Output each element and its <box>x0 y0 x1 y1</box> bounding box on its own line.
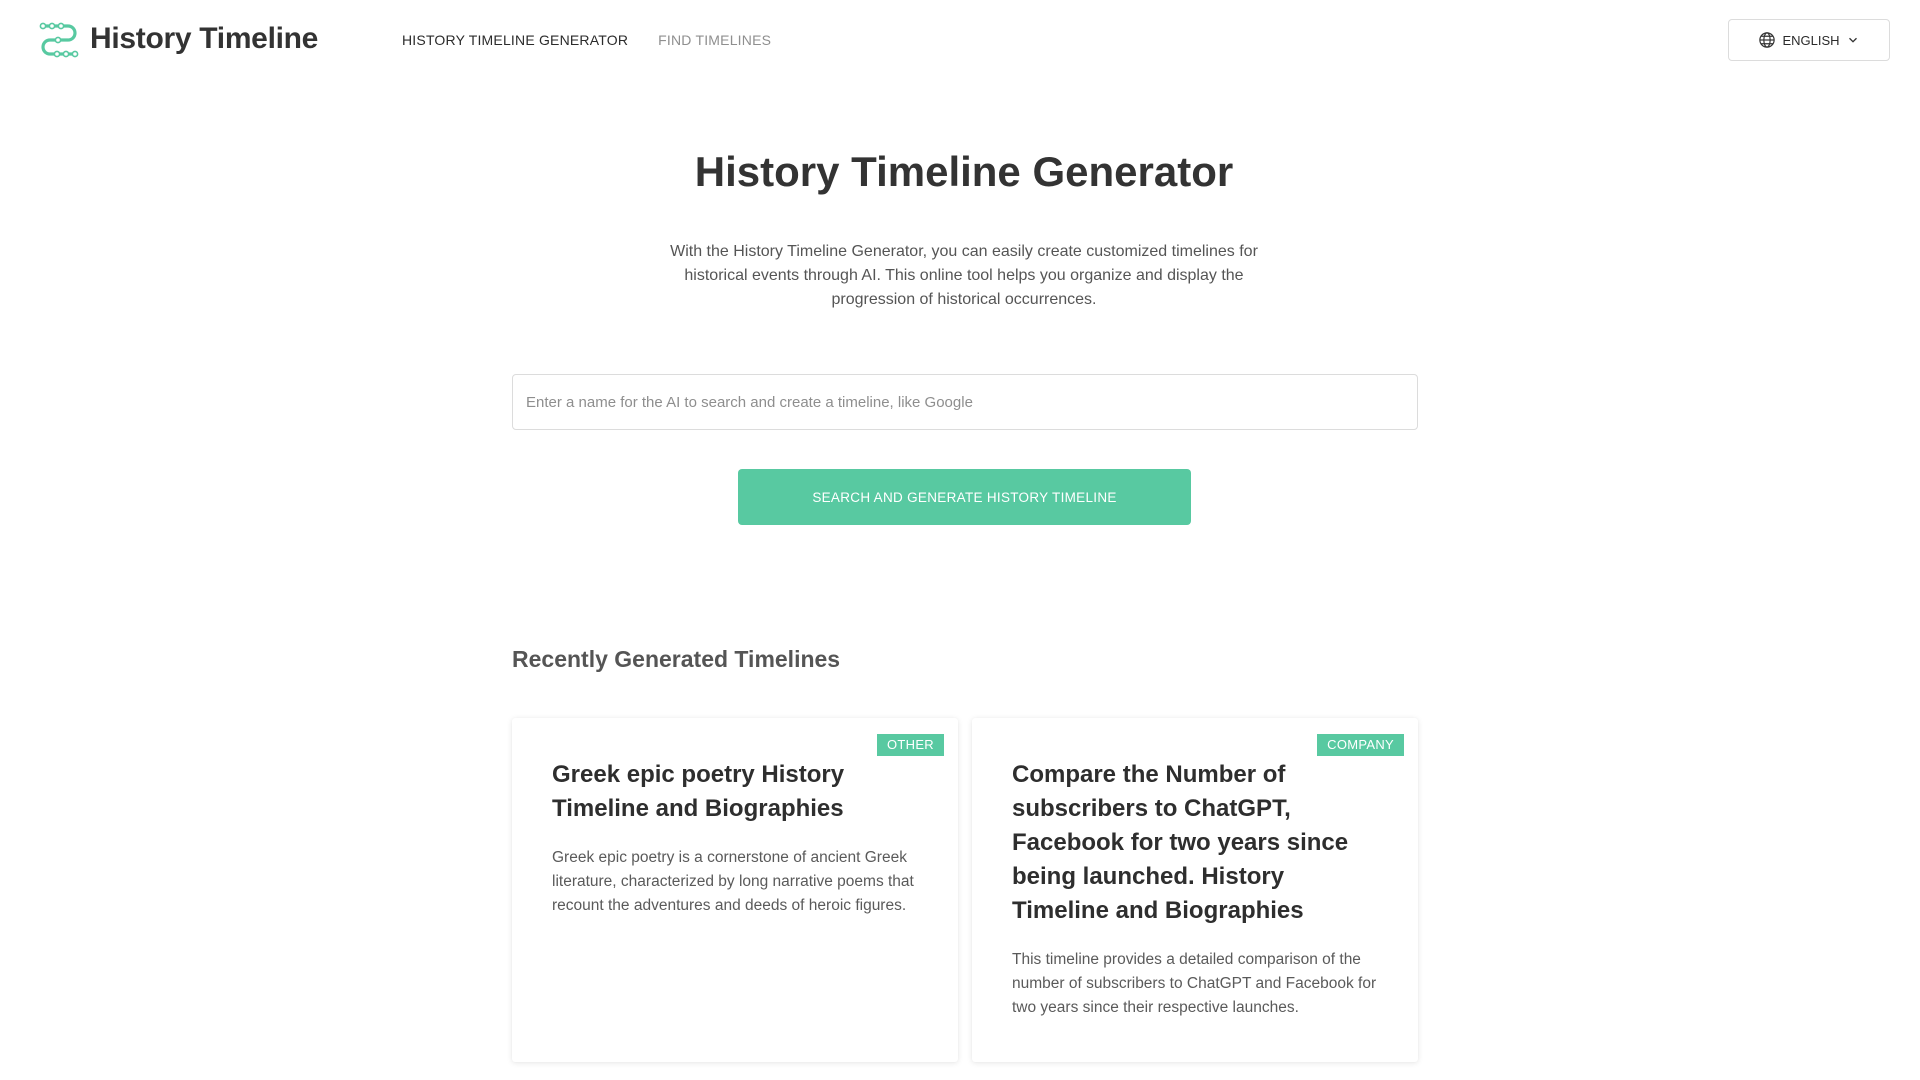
recent-timelines-heading: Recently Generated Timelines <box>512 646 841 672</box>
language-selector[interactable]: ENGLISH <box>1728 19 1890 61</box>
page: History Timeline HISTORY TIMELINE GENERA… <box>0 0 1920 1080</box>
language-label: ENGLISH <box>1782 32 1840 48</box>
site-logo[interactable]: History Timeline <box>38 20 318 58</box>
card-title[interactable]: Compare the Number of subscribers to Cha… <box>1012 758 1372 928</box>
timeline-card[interactable]: OTHER Greek epic poetry History Timeline… <box>512 718 958 1062</box>
logo-text: History Timeline <box>90 22 319 55</box>
timeline-search-input[interactable] <box>512 374 1418 430</box>
globe-icon <box>1759 32 1776 48</box>
card-description: This timeline provides a detailed compar… <box>1012 951 1377 1016</box>
page-title: History Timeline Generator <box>694 148 1234 195</box>
category-badge: COMPANY <box>1317 734 1404 756</box>
card-title[interactable]: Greek epic poetry History Timeline and B… <box>552 758 912 826</box>
search-generate-button[interactable]: SEARCH AND GENERATE HISTORY TIMELINE <box>738 469 1191 525</box>
category-badge: OTHER <box>877 734 944 756</box>
timeline-logo-icon <box>39 22 79 58</box>
card-description: Greek epic poetry is a cornerstone of an… <box>552 849 914 914</box>
timeline-card[interactable]: COMPANY Compare the Number of subscriber… <box>972 718 1418 1062</box>
nav-history-timeline-generator[interactable]: HISTORY TIMELINE GENERATOR <box>402 32 628 48</box>
nav-find-timelines[interactable]: FIND TIMELINES <box>658 32 771 48</box>
site-header: History Timeline HISTORY TIMELINE GENERA… <box>0 0 1920 80</box>
main-nav: HISTORY TIMELINE GENERATOR FIND TIMELINE… <box>402 32 771 48</box>
chevron-down-icon <box>1848 37 1857 43</box>
hero-description: With the History Timeline Generator, you… <box>670 243 1258 308</box>
